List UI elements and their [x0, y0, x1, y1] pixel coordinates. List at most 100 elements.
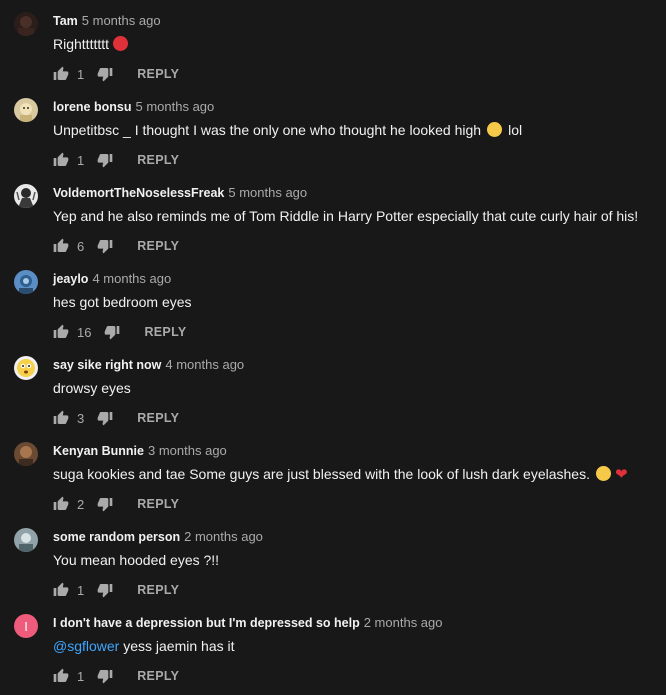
comment-header: I don't have a depression but I'm depres…	[53, 615, 443, 631]
comment-header: VoldemortTheNoselessFreak 5 months ago	[53, 185, 307, 201]
thumbs-down-icon	[97, 154, 113, 168]
avatar[interactable]	[14, 12, 38, 36]
avatar[interactable]: I	[14, 614, 38, 638]
thumbs-up-icon	[53, 496, 69, 510]
reply-button[interactable]: REPLY	[137, 497, 179, 511]
thumbs-down-icon	[105, 326, 120, 340]
author-name[interactable]: Kenyan Bunnie	[53, 444, 144, 458]
thumbs-up-icon	[53, 324, 69, 338]
reply-button[interactable]: REPLY	[137, 583, 179, 597]
comment-header: some random person 2 months ago	[53, 529, 263, 545]
reply-button[interactable]: REPLY	[144, 325, 186, 339]
avatar[interactable]	[14, 442, 38, 466]
like-count: 2	[77, 496, 85, 512]
comment-text: @sgflower yess jaemin has it	[53, 636, 235, 656]
like-button[interactable]: 3	[53, 410, 84, 426]
like-button[interactable]: 1	[53, 66, 84, 82]
dislike-button[interactable]	[97, 668, 113, 684]
comment-header: Tam 5 months ago	[53, 13, 161, 29]
thumbs-down-icon	[97, 498, 113, 512]
thumbs-down-icon	[97, 68, 113, 82]
comment-actions: 2 REPLY	[53, 494, 179, 514]
comment-item: jeaylo 4 months ago hes got bedroom eyes …	[0, 258, 666, 344]
comment-header: lorene bonsu 5 months ago	[53, 99, 214, 115]
thumbs-up-icon	[53, 582, 69, 596]
avatar[interactable]	[14, 98, 38, 122]
author-name[interactable]: some random person	[53, 530, 180, 544]
comment-actions: 6 REPLY	[53, 236, 179, 256]
comment-item: Kenyan Bunnie 3 months ago suga kookies a…	[0, 430, 666, 516]
author-name[interactable]: I don't have a depression but I'm depres…	[53, 616, 360, 630]
reply-button[interactable]: REPLY	[137, 411, 179, 425]
thumbs-up-icon	[53, 152, 69, 166]
mention-link[interactable]: @sgflower	[53, 638, 119, 654]
like-button[interactable]: 16	[53, 324, 91, 340]
dislike-button[interactable]	[104, 324, 120, 340]
like-button[interactable]: 6	[53, 238, 84, 254]
author-name[interactable]: jeaylo	[53, 272, 88, 286]
comment-actions: 1 REPLY	[53, 666, 179, 686]
comment-body: yess jaemin has it	[119, 638, 235, 654]
reply-button[interactable]: REPLY	[137, 67, 179, 81]
comment-item: say sike right now 4 months ago drowsy ey…	[0, 344, 666, 430]
like-button[interactable]: 1	[53, 582, 84, 598]
thumbs-up-icon	[53, 238, 69, 252]
like-button[interactable]: 2	[53, 496, 84, 512]
comment-text: suga kookies and tae Some guys are just …	[53, 464, 628, 485]
comment-actions: 1 REPLY	[53, 64, 179, 84]
thumbs-down-icon	[97, 670, 113, 684]
dislike-button[interactable]	[97, 66, 113, 82]
like-count: 1	[77, 66, 85, 82]
author-name[interactable]: VoldemortTheNoselessFreak	[53, 186, 224, 200]
dislike-button[interactable]	[97, 582, 113, 598]
author-name[interactable]: say sike right now	[53, 358, 161, 372]
comment-actions: 16 REPLY	[53, 322, 187, 342]
comment-body: suga kookies and tae Some guys are just …	[53, 466, 590, 482]
comment-header: jeaylo 4 months ago	[53, 271, 171, 287]
comment-time[interactable]: 2 months ago	[364, 615, 443, 630]
comment-text: drowsy eyes	[53, 378, 131, 398]
dislike-button[interactable]	[97, 496, 113, 512]
like-button[interactable]: 1	[53, 152, 84, 168]
reply-button[interactable]: REPLY	[137, 239, 179, 253]
comment-time[interactable]: 3 months ago	[148, 443, 227, 458]
comment-body: Righttttttt	[53, 36, 110, 52]
reply-button[interactable]: REPLY	[137, 153, 179, 167]
author-name[interactable]: lorene bonsu	[53, 100, 131, 114]
dislike-button[interactable]	[97, 152, 113, 168]
like-count: 6	[77, 238, 85, 254]
avatar[interactable]	[14, 184, 38, 208]
comment-time[interactable]: 2 months ago	[184, 529, 263, 544]
comments-list: Tam 5 months ago Righttttttt 1 REPLY lore…	[0, 0, 666, 695]
reply-button[interactable]: REPLY	[137, 669, 179, 683]
comment-text: Righttttttt	[53, 34, 129, 54]
comment-item: some random person 2 months ago You mean …	[0, 516, 666, 602]
comment-time[interactable]: 5 months ago	[135, 99, 214, 114]
comment-header: Kenyan Bunnie 3 months ago	[53, 443, 227, 459]
comment-body-suffix: lol	[508, 122, 523, 138]
thumbs-up-icon	[53, 410, 69, 424]
like-count: 16	[77, 324, 92, 340]
like-button[interactable]: 1	[53, 668, 84, 684]
author-name[interactable]: Tam	[53, 14, 78, 28]
comment-time[interactable]: 5 months ago	[228, 185, 307, 200]
red-heart-emoji-icon: ❤	[614, 466, 628, 483]
comment-body: Unpetitbsc _ I thought I was the only on…	[53, 122, 482, 138]
thumbs-down-icon	[97, 240, 113, 254]
comment-text: Yep and he also reminds me of Tom Riddle…	[53, 206, 638, 226]
comment-time[interactable]: 4 months ago	[92, 271, 171, 286]
avatar[interactable]	[14, 356, 38, 380]
dislike-button[interactable]	[97, 410, 113, 426]
avatar[interactable]	[14, 528, 38, 552]
comment-text: Unpetitbsc _ I thought I was the only on…	[53, 120, 522, 140]
thumbs-up-icon	[53, 668, 69, 682]
comment-time[interactable]: 5 months ago	[82, 13, 161, 28]
comment-header: say sike right now 4 months ago	[53, 357, 244, 373]
comment-item: lorene bonsu 5 months ago Unpetitbsc _ I …	[0, 86, 666, 172]
comment-actions: 3 REPLY	[53, 408, 179, 428]
thumbs-down-icon	[97, 412, 113, 426]
crying-face-emoji-icon	[595, 466, 611, 481]
comment-time[interactable]: 4 months ago	[165, 357, 244, 372]
avatar[interactable]	[14, 270, 38, 294]
dislike-button[interactable]	[97, 238, 113, 254]
